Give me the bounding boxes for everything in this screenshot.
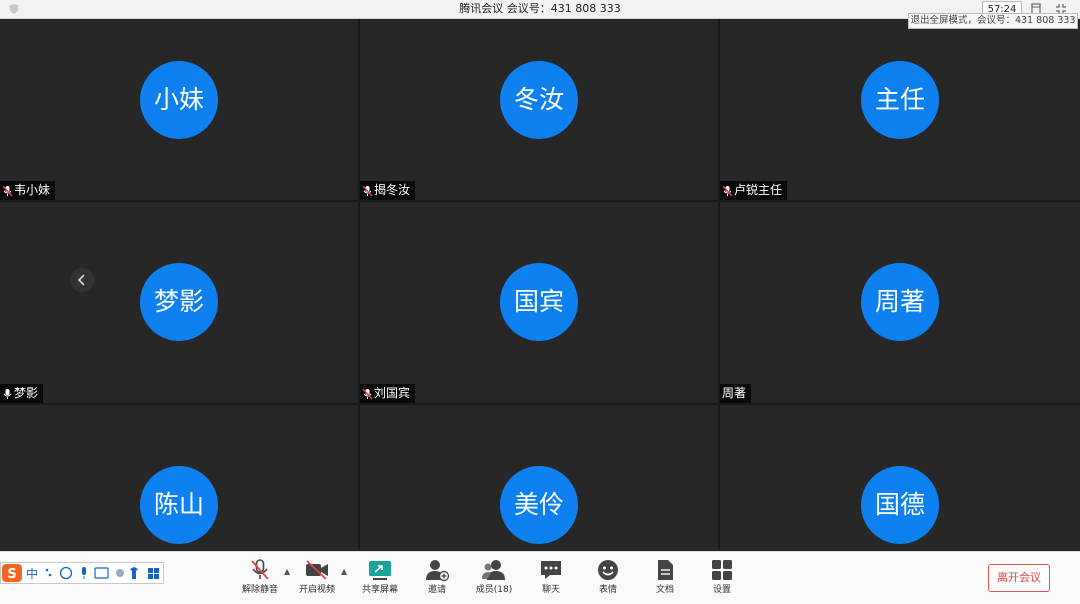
mic-muted-icon: [2, 184, 13, 197]
mic-on-icon: [3, 388, 12, 399]
members-label: 成员(18): [475, 585, 513, 595]
share-screen-icon: [369, 561, 391, 580]
avatar: 小妹: [140, 61, 218, 139]
document-icon: [658, 560, 673, 580]
participant-name-label: 梦影: [0, 384, 44, 403]
participant-name: 揭冬汝: [374, 183, 411, 197]
unmute-button[interactable]: 解除静音: [232, 556, 288, 600]
ime-icons: S 中: [2, 564, 159, 582]
participant-tile[interactable]: 美伶: [360, 405, 718, 551]
participant-name-label: 揭冬汝: [360, 181, 416, 200]
chat-icon: [541, 561, 561, 579]
avatar: 国宾: [500, 263, 578, 341]
emoji-label: 表情: [598, 585, 617, 595]
participant-name-label: 周著: [720, 384, 752, 403]
start-video-button[interactable]: 开启视频: [289, 556, 345, 600]
docs-button[interactable]: 文档: [637, 556, 693, 600]
chat-button[interactable]: 聊天: [523, 556, 579, 600]
participant-tile[interactable]: 国德: [720, 405, 1080, 551]
settings-label: 设置: [712, 585, 731, 595]
participant-name: 刘国宾: [374, 386, 411, 400]
participant-name-label: 刘国宾: [360, 384, 416, 403]
start-video-label: 开启视频: [298, 585, 335, 595]
ime-toolbar[interactable]: S 中: [0, 562, 164, 584]
participant-name-label: 卢锐主任: [720, 181, 788, 200]
participant-name: 卢锐主任: [734, 183, 783, 197]
avatar: 美伶: [500, 466, 578, 544]
settings-button[interactable]: 设置: [694, 556, 750, 600]
camera-off-icon: [306, 560, 328, 580]
chat-label: 聊天: [541, 585, 560, 595]
participant-tile[interactable]: 梦影 梦影: [0, 202, 358, 403]
invite-user-icon: [426, 560, 450, 582]
participant-name: 梦影: [14, 386, 39, 400]
members-icon: [482, 560, 505, 580]
video-options-caret-icon[interactable]: ▲: [341, 567, 347, 576]
avatar: 主任: [861, 61, 939, 139]
chevron-left-icon: [77, 274, 85, 286]
participant-tile[interactable]: 冬汝 揭冬汝: [360, 19, 718, 200]
share-screen-button[interactable]: 共享屏幕: [352, 556, 408, 600]
mic-muted-icon: [722, 184, 733, 197]
participant-tile[interactable]: 陈山: [0, 405, 358, 551]
avatar: 国德: [861, 466, 939, 544]
avatar: 梦影: [140, 263, 218, 341]
participant-tile[interactable]: 国宾 刘国宾: [360, 202, 718, 403]
grid-settings-icon: [712, 560, 732, 580]
mic-muted-icon: [362, 387, 373, 400]
avatar: 周著: [861, 263, 939, 341]
participant-name-label: 韦小妹: [0, 181, 56, 200]
mic-muted-icon: [362, 184, 373, 197]
previous-page-button[interactable]: [70, 268, 94, 292]
avatar: 陈山: [140, 466, 218, 544]
participant-tile[interactable]: 周著 周著: [720, 202, 1080, 403]
ime-mode: 中: [26, 566, 38, 581]
smiley-icon: [598, 560, 618, 580]
participant-name: 韦小妹: [14, 183, 51, 197]
share-screen-label: 共享屏幕: [361, 585, 398, 595]
invite-label: 邀请: [427, 585, 446, 595]
docs-label: 文档: [655, 585, 674, 595]
participant-name: 周著: [722, 386, 747, 400]
avatar: 冬汝: [500, 61, 578, 139]
participant-tile[interactable]: 主任 卢锐主任: [720, 19, 1080, 200]
invite-button[interactable]: 邀请: [409, 556, 465, 600]
emoji-button[interactable]: 表情: [580, 556, 636, 600]
participant-tile[interactable]: 小妹 韦小妹: [0, 19, 358, 200]
participant-grid: 小妹 韦小妹 冬汝 揭冬汝 主任 卢锐主任 梦影 梦影 国宾 刘国宾 周著 周著: [0, 19, 1080, 551]
mic-muted-icon: [251, 559, 269, 580]
members-button[interactable]: 成员(18): [466, 556, 522, 600]
exit-fullscreen-tooltip: 退出全屏模式，会议号：431 808 333: [908, 13, 1078, 29]
leave-meeting-button[interactable]: 离开会议: [988, 564, 1050, 592]
ime-logo: S: [7, 567, 16, 582]
unmute-label: 解除静音: [241, 585, 278, 595]
